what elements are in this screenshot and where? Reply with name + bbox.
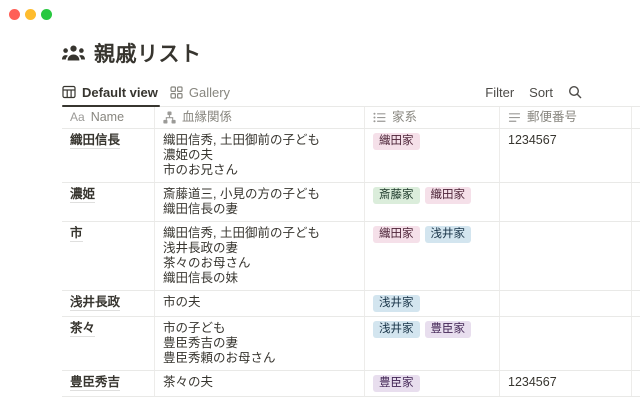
name-cell[interactable]: 市 — [62, 222, 155, 290]
column-header-label: 家系 — [392, 110, 417, 125]
table-row: 市 織田信秀, 土田御前の子ども 浅井長政の妻 茶々のお母さん 織田信長の妹 織… — [62, 222, 640, 291]
page-link[interactable]: 豊臣秀吉 — [70, 375, 120, 391]
relation-icon — [163, 111, 176, 124]
table-view-icon — [62, 85, 76, 99]
page-link[interactable]: 織田信長 — [70, 133, 120, 149]
postal-cell[interactable] — [500, 317, 632, 370]
family-tag[interactable]: 浅井家 — [425, 226, 472, 243]
tab-default-view[interactable]: Default view — [62, 78, 166, 106]
tab-label: Gallery — [189, 85, 230, 100]
spacer-cell — [632, 222, 640, 290]
family-tag[interactable]: 織田家 — [425, 187, 472, 204]
name-cell[interactable]: 浅井長政 — [62, 291, 155, 316]
page-title: 親戚リスト — [94, 38, 202, 68]
people-icon — [62, 44, 85, 63]
relation-cell[interactable]: 市の子ども 豊臣秀吉の妻 豊臣秀頼のお母さん — [155, 317, 365, 370]
page-link[interactable]: 濃姫 — [70, 187, 95, 203]
search-icon — [568, 85, 582, 99]
zoom-window-button[interactable] — [41, 9, 52, 20]
column-header-label: 郵便番号 — [527, 110, 577, 125]
family-cell[interactable]: 織田家 浅井家 — [365, 222, 500, 290]
page-header: 親戚リスト — [62, 38, 202, 68]
table-row: 浅井長政 市の夫 浅井家 — [62, 291, 640, 317]
family-tag[interactable]: 浅井家 — [373, 295, 420, 312]
relation-cell[interactable]: 斎藤道三, 小見の方の子ども 織田信長の妻 — [155, 183, 365, 221]
search-button[interactable] — [568, 85, 582, 99]
family-cell[interactable]: 織田家 — [365, 129, 500, 182]
relation-cell[interactable]: 織田信秀, 土田御前の子ども 濃姫の夫 市のお兄さん — [155, 129, 365, 182]
family-cell[interactable]: 豊臣家 — [365, 371, 500, 396]
view-toolbar: Filter Sort — [485, 78, 582, 106]
table-header-row: Aa Name 血縁関係 家系 — [62, 107, 640, 129]
name-cell[interactable]: 織田信長 — [62, 129, 155, 182]
close-window-button[interactable] — [9, 9, 20, 20]
spacer-cell — [632, 291, 640, 316]
family-cell[interactable]: 浅井家 — [365, 291, 500, 316]
database-table: Aa Name 血縁関係 家系 — [62, 107, 640, 397]
relation-cell[interactable]: 織田信秀, 土田御前の子ども 浅井長政の妻 茶々のお母さん 織田信長の妹 — [155, 222, 365, 290]
family-tag[interactable]: 織田家 — [373, 133, 420, 150]
column-header-relation[interactable]: 血縁関係 — [155, 107, 365, 128]
family-tag[interactable]: 豊臣家 — [373, 375, 420, 392]
column-header-label: 血縁関係 — [182, 110, 232, 125]
postal-cell[interactable]: 1234567 — [500, 371, 632, 396]
family-cell[interactable]: 斎藤家 織田家 — [365, 183, 500, 221]
family-cell[interactable]: 浅井家 豊臣家 — [365, 317, 500, 370]
gallery-view-icon — [170, 86, 183, 99]
table-row: 豊臣秀吉 茶々の夫 豊臣家 1234567 — [62, 371, 640, 397]
column-header-spacer — [632, 107, 640, 128]
column-header-label: Name — [91, 110, 124, 125]
postal-cell[interactable] — [500, 291, 632, 316]
page-link[interactable]: 茶々 — [70, 321, 95, 337]
postal-cell[interactable] — [500, 183, 632, 221]
column-header-family[interactable]: 家系 — [365, 107, 500, 128]
table-row: 茶々 市の子ども 豊臣秀吉の妻 豊臣秀頼のお母さん 浅井家 豊臣家 — [62, 317, 640, 371]
column-header-postal[interactable]: 郵便番号 — [500, 107, 632, 128]
name-cell[interactable]: 濃姫 — [62, 183, 155, 221]
title-property-icon: Aa — [70, 110, 85, 125]
table-row: 織田信長 織田信秀, 土田御前の子ども 濃姫の夫 市のお兄さん 織田家 1234… — [62, 129, 640, 183]
family-tag[interactable]: 斎藤家 — [373, 187, 420, 204]
page-link[interactable]: 浅井長政 — [70, 295, 120, 311]
window-controls — [9, 9, 52, 20]
page-link[interactable]: 市 — [70, 226, 83, 242]
relation-cell[interactable]: 茶々の夫 — [155, 371, 365, 396]
minimize-window-button[interactable] — [25, 9, 36, 20]
name-cell[interactable]: 茶々 — [62, 317, 155, 370]
family-tag[interactable]: 織田家 — [373, 226, 420, 243]
family-tag[interactable]: 豊臣家 — [425, 321, 472, 338]
sort-button[interactable]: Sort — [529, 85, 553, 100]
spacer-cell — [632, 183, 640, 221]
spacer-cell — [632, 129, 640, 182]
spacer-cell — [632, 317, 640, 370]
postal-cell[interactable] — [500, 222, 632, 290]
text-property-icon — [508, 111, 521, 124]
name-cell[interactable]: 豊臣秀吉 — [62, 371, 155, 396]
family-tag[interactable]: 浅井家 — [373, 321, 420, 338]
column-header-name[interactable]: Aa Name — [62, 107, 155, 128]
table-row: 濃姫 斎藤道三, 小見の方の子ども 織田信長の妻 斎藤家 織田家 — [62, 183, 640, 222]
relation-cell[interactable]: 市の夫 — [155, 291, 365, 316]
postal-cell[interactable]: 1234567 — [500, 129, 632, 182]
filter-button[interactable]: Filter — [485, 85, 514, 100]
spacer-cell — [632, 371, 640, 396]
multi-select-icon — [373, 111, 386, 124]
tab-gallery[interactable]: Gallery — [170, 78, 238, 106]
tab-label: Default view — [82, 85, 158, 100]
